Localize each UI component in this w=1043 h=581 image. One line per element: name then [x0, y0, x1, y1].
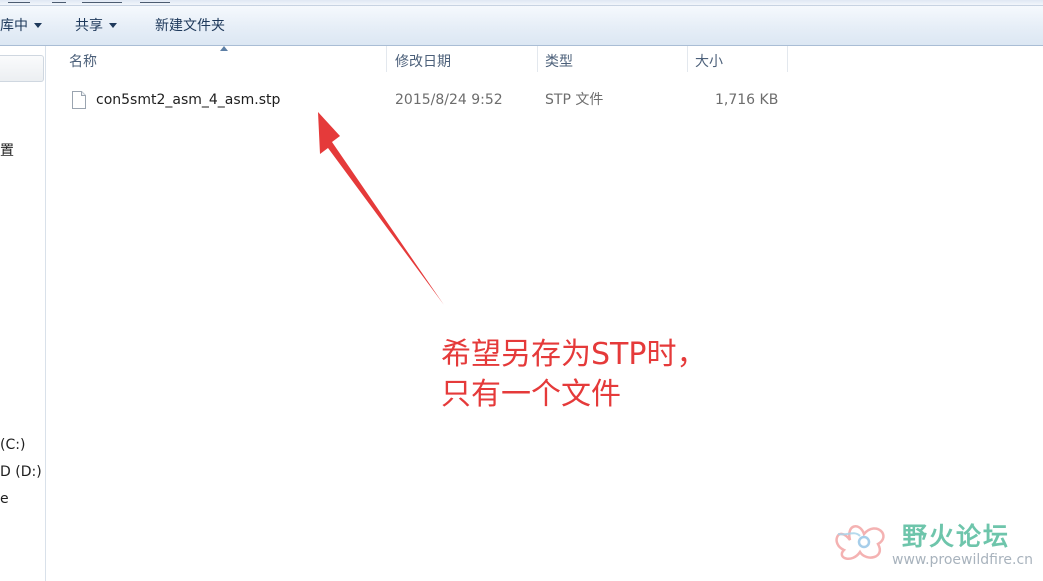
- watermark-url: www.proewildfire.cn: [892, 552, 1034, 568]
- annotation-line-2: 只有一个文件: [441, 377, 621, 412]
- annotation-arrow: [318, 112, 444, 305]
- annotation-line-1: 希望另存为STP时，: [441, 337, 707, 372]
- forum-logo-icon: [835, 525, 885, 560]
- watermark-title: 野火论坛: [902, 522, 1011, 551]
- red-arrow-icon: [318, 112, 444, 305]
- explorer-window: 库中 共享 新建文件夹 置 (C:) D (D:) e 名称 修改日期 类型 大…: [0, 0, 1043, 581]
